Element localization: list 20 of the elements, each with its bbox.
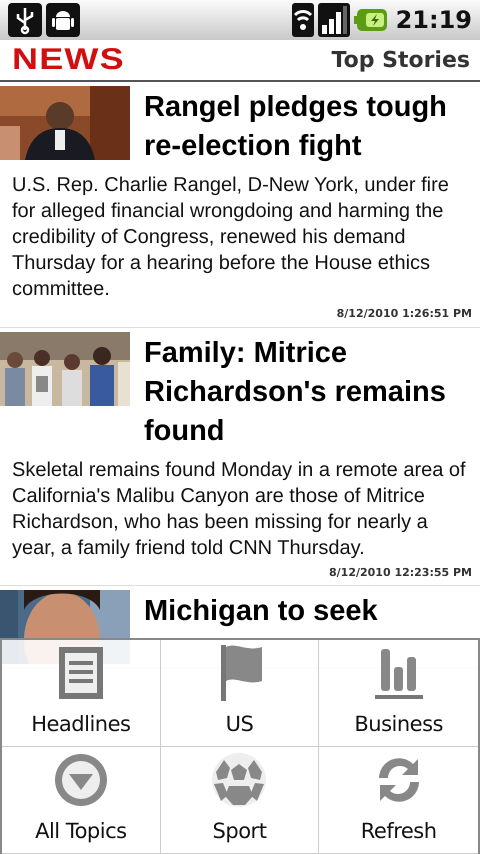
wifi-icon <box>292 3 314 37</box>
menu-item[interactable]: Business <box>319 640 478 747</box>
news-logo: NEWS <box>12 45 125 75</box>
usb-icon <box>8 3 42 37</box>
signal-icon <box>318 3 350 37</box>
headline[interactable]: Rangel pledges tough re-election fight <box>130 86 480 166</box>
clock-time: 21:19 <box>396 5 472 36</box>
menu-item[interactable]: Headlines <box>2 640 161 747</box>
battery-charging-icon <box>354 8 388 32</box>
article-summary: Skeletal remains found Monday in a remote area of California's Malibu Canyon are those of Mitrice Richardson, who has been missing for nearly a year, a family friend told CNN Thursday. <box>11 458 467 560</box>
menu-item[interactable]: All Topics <box>2 747 161 854</box>
article-summary: U.S. Rep. Charlie Rangel, D-New York, under fire for alleged financial wrongdoing and harming the credibility of Congress, renewed his demand Thursday for a hearing before the House ethics committee. <box>11 173 450 302</box>
menu-item[interactable]: US <box>160 640 320 747</box>
menu-item[interactable]: Sport <box>160 747 320 854</box>
timestamp: 8/12/2010 12:23:55 PM <box>328 564 473 580</box>
robot-icon <box>46 3 80 37</box>
menu-item[interactable]: Refresh <box>319 747 478 854</box>
headline[interactable]: Family: Mitrice Richardson's remains found <box>130 332 480 450</box>
page-title: Top Stories <box>332 46 470 74</box>
timestamp: 8/12/2010 1:26:51 PM <box>336 306 473 322</box>
